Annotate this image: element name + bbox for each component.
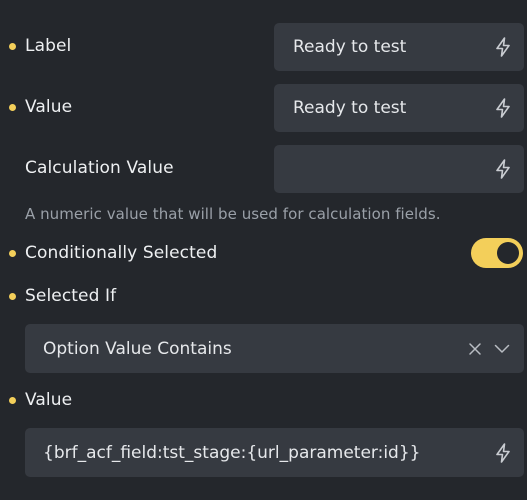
value-field-label: Value bbox=[25, 97, 73, 117]
value-2-input[interactable]: {brf_acf_field:tst_stage:{url_parameter:… bbox=[25, 428, 524, 477]
bolt-icon[interactable] bbox=[494, 442, 512, 463]
bolt-icon[interactable] bbox=[494, 37, 512, 57]
option-settings-panel: Label Ready to test Value Ready to test … bbox=[0, 0, 527, 500]
setting-indicator-dot bbox=[9, 104, 16, 111]
bolt-icon[interactable] bbox=[494, 159, 512, 179]
setting-indicator-dot bbox=[9, 397, 16, 404]
label-input[interactable]: Ready to test bbox=[274, 23, 524, 71]
label-field-label: Label bbox=[25, 36, 72, 56]
clear-icon[interactable] bbox=[468, 342, 482, 356]
calculation-value-label: Calculation Value bbox=[25, 158, 174, 178]
setting-indicator-dot bbox=[9, 250, 16, 257]
chevron-down-icon[interactable] bbox=[494, 344, 510, 354]
value-2-input-value: {brf_acf_field:tst_stage:{url_parameter:… bbox=[43, 442, 421, 463]
value-input[interactable]: Ready to test bbox=[274, 84, 524, 132]
selected-if-value: Option Value Contains bbox=[43, 338, 232, 359]
setting-indicator-dot bbox=[9, 43, 16, 50]
value-input-value: Ready to test bbox=[293, 98, 407, 118]
calculation-value-help-text: A numeric value that will be used for ca… bbox=[25, 205, 441, 223]
select-controls bbox=[468, 342, 510, 356]
setting-indicator-dot bbox=[9, 293, 16, 300]
value-2-label: Value bbox=[25, 390, 73, 410]
calculation-value-input[interactable] bbox=[274, 145, 524, 193]
conditionally-selected-toggle[interactable] bbox=[471, 238, 523, 268]
toggle-knob bbox=[497, 242, 519, 264]
label-input-value: Ready to test bbox=[293, 37, 407, 57]
conditionally-selected-label: Conditionally Selected bbox=[25, 243, 218, 263]
bolt-icon[interactable] bbox=[494, 98, 512, 118]
selected-if-label: Selected If bbox=[25, 286, 117, 306]
selected-if-select[interactable]: Option Value Contains bbox=[25, 324, 524, 373]
